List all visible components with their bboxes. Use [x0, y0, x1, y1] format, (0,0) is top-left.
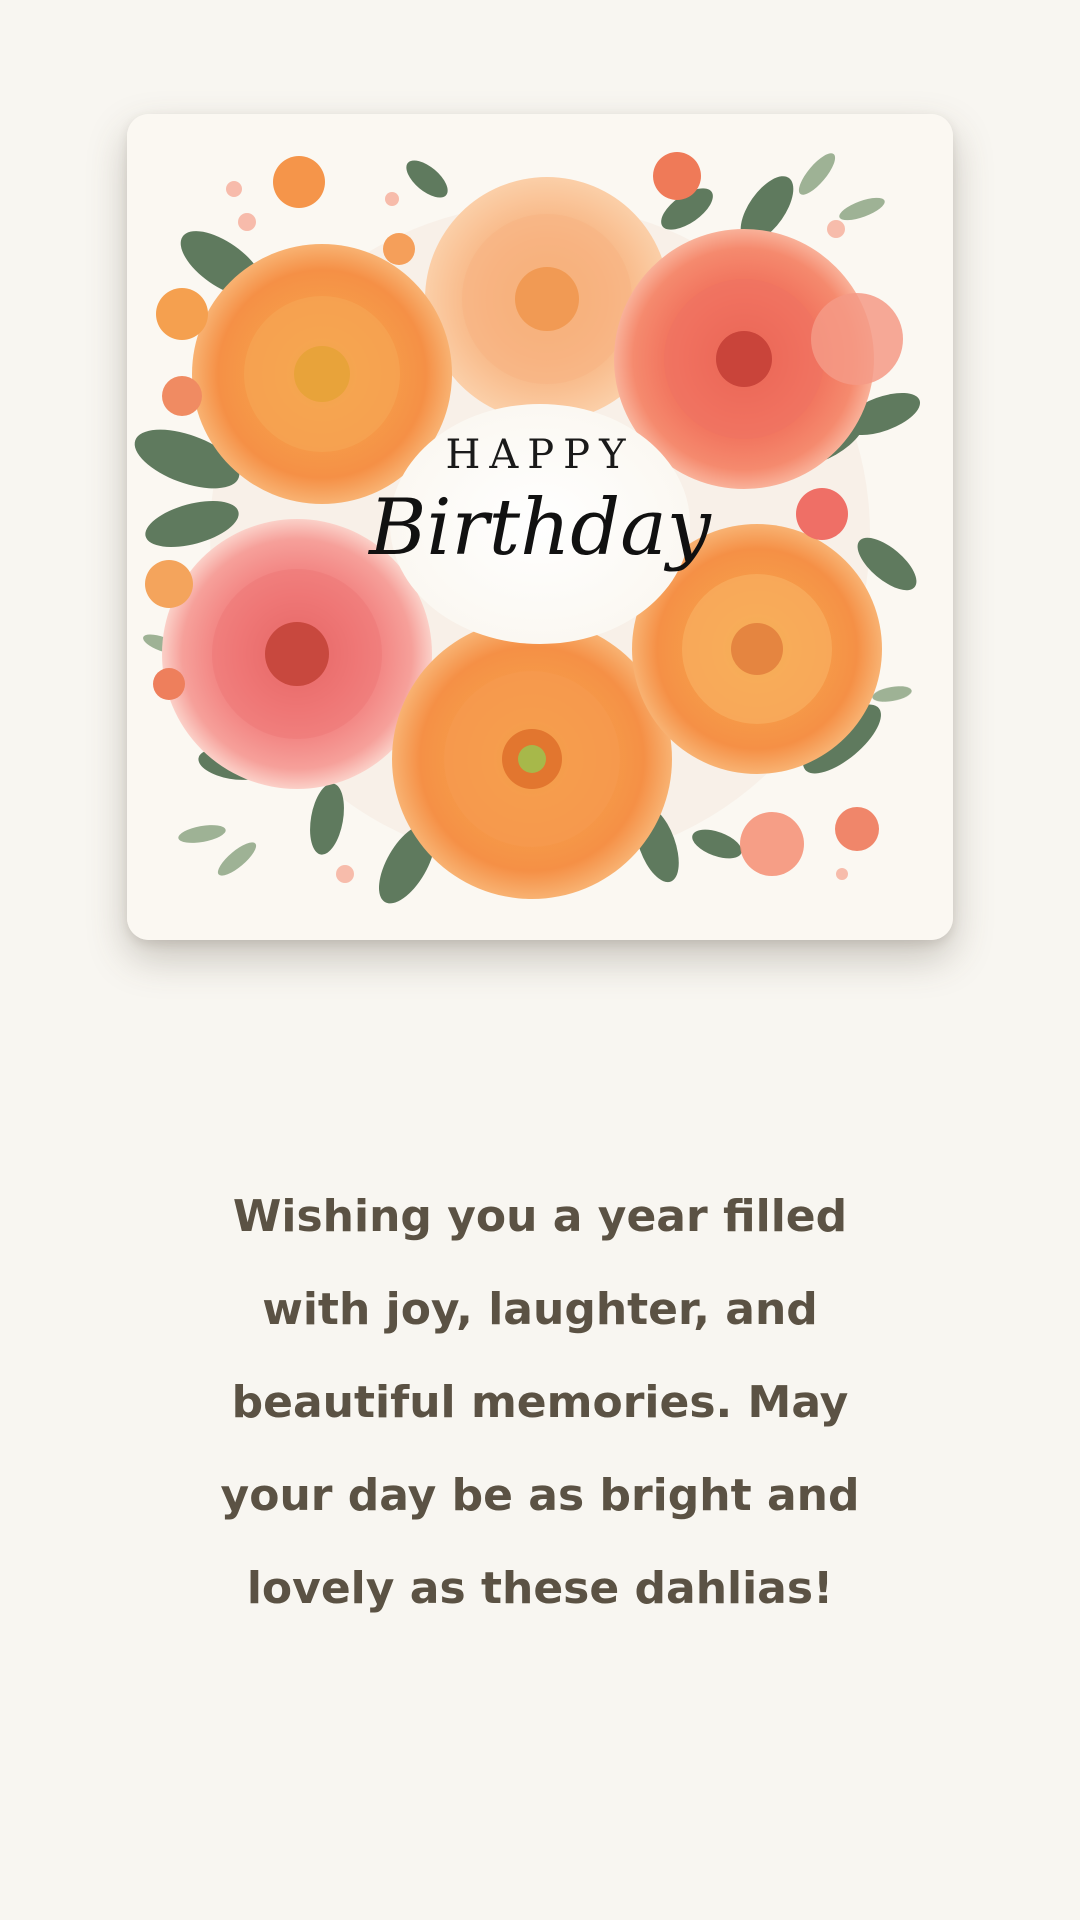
birthday-message: Wishing you a year filled with joy, laug…: [220, 1191, 860, 1614]
greeting-happy: HAPPY: [445, 432, 634, 478]
dahlia-wreath-illustration: HAPPY Birthday: [127, 114, 953, 940]
dahlia-bottom-center: [392, 619, 672, 899]
greeting-birthday: Birthday: [367, 483, 712, 573]
birthday-card: HAPPY Birthday: [127, 114, 953, 940]
